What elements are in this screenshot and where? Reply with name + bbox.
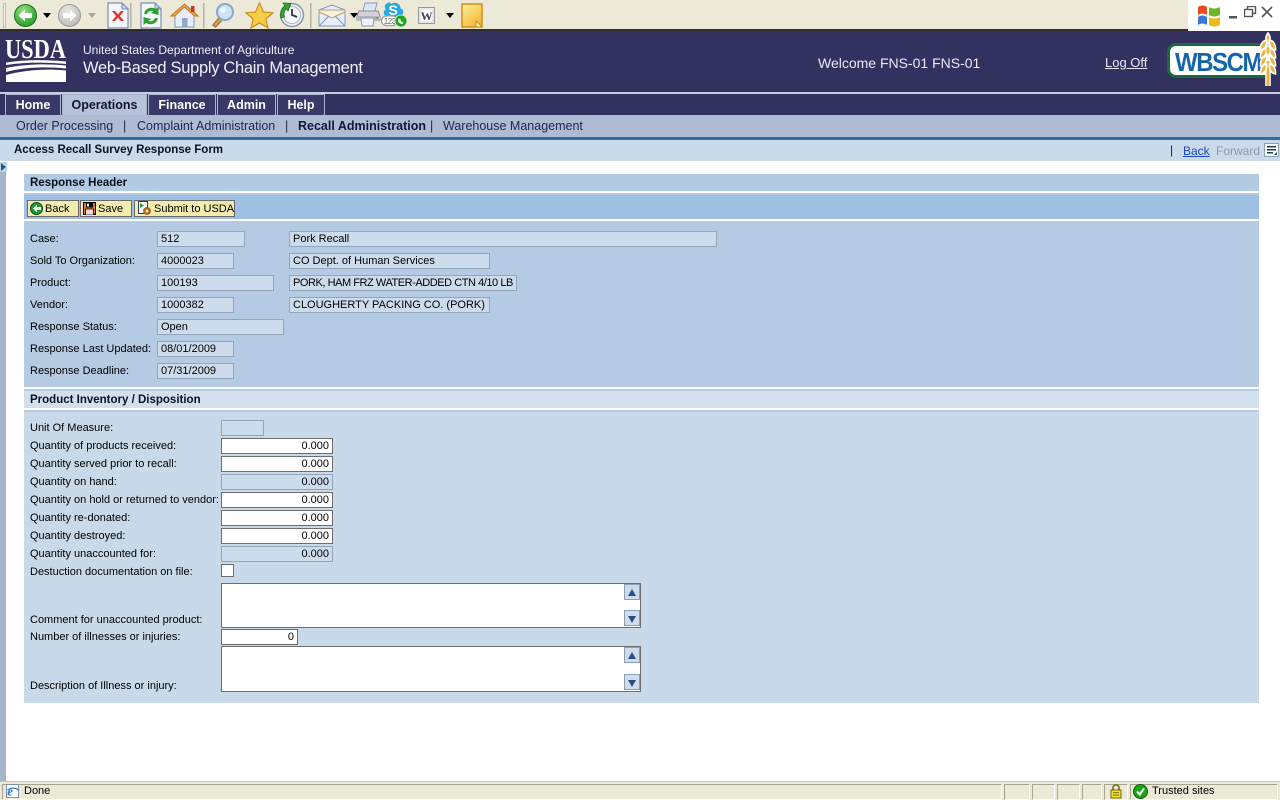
svg-text:e: e: [7, 784, 13, 799]
svg-text:USDA: USDA: [5, 38, 66, 64]
svg-text:W: W: [421, 9, 433, 23]
